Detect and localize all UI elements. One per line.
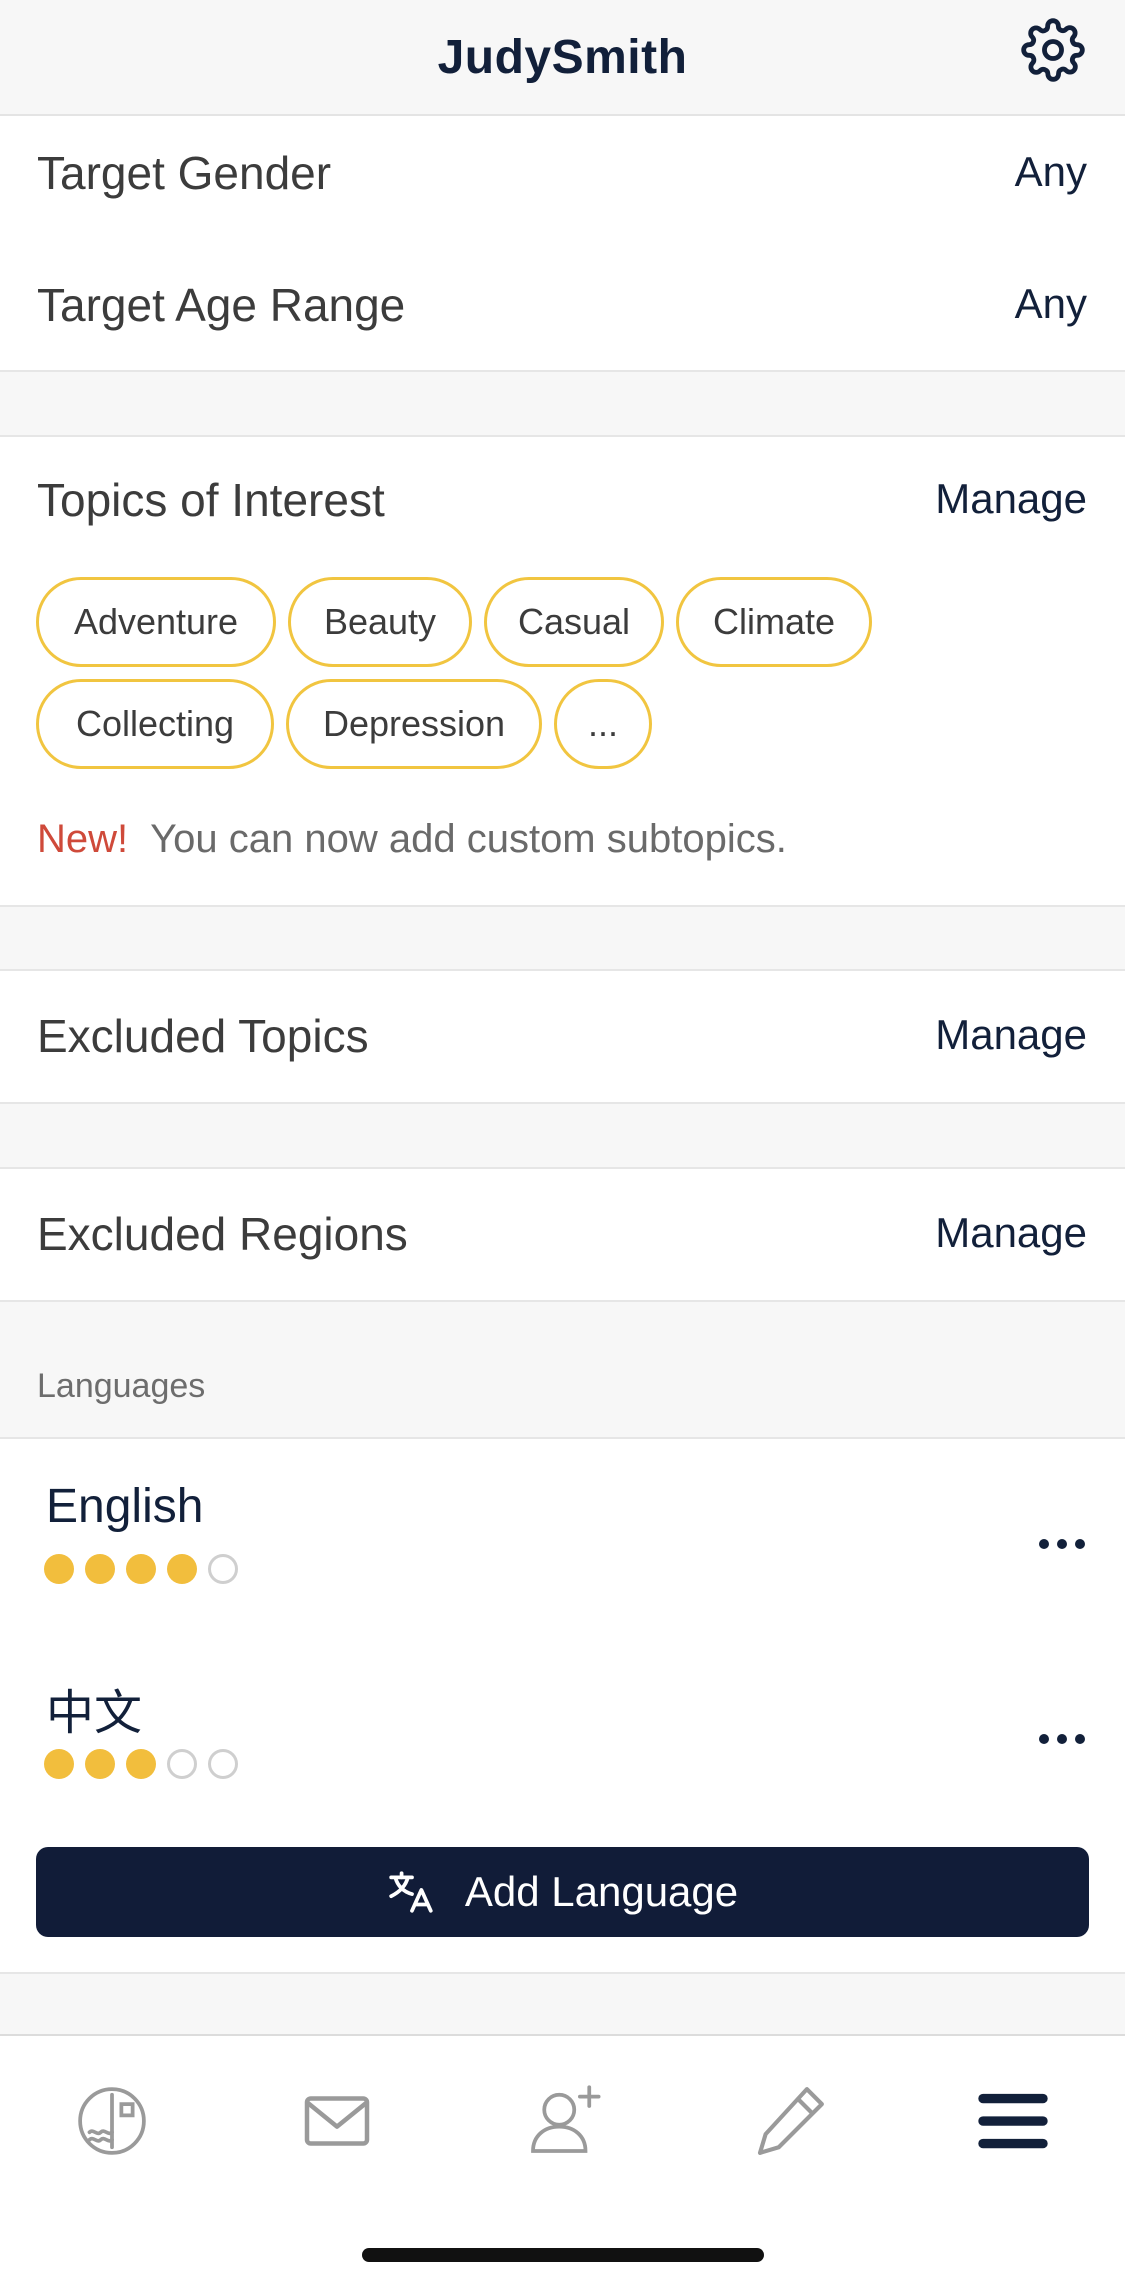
languages-group-label: Languages bbox=[37, 1367, 206, 1405]
pencil-icon[interactable] bbox=[745, 2076, 835, 2166]
home-indicator bbox=[362, 2248, 764, 2262]
mail-icon[interactable] bbox=[292, 2076, 382, 2166]
language-name: English bbox=[46, 1480, 204, 1533]
more-options-icon[interactable] bbox=[1039, 1539, 1085, 1551]
menu-icon[interactable] bbox=[968, 2076, 1058, 2166]
topic-chip[interactable]: Adventure bbox=[36, 577, 276, 667]
proficiency-dot bbox=[167, 1749, 197, 1779]
more-topics-chip[interactable]: ... bbox=[554, 679, 652, 769]
page-title: JudySmith bbox=[437, 30, 688, 84]
topics-manage-link[interactable]: Manage bbox=[935, 475, 1087, 523]
new-feature-text: You can now add custom subtopics. bbox=[150, 817, 787, 861]
target-gender-value: Any bbox=[1014, 148, 1087, 195]
add-language-label: Add Language bbox=[464, 1868, 739, 1915]
proficiency-dot bbox=[208, 1749, 238, 1779]
target-section: Target Gender Any Target Age Range Any bbox=[0, 116, 1125, 372]
proficiency-dot bbox=[85, 1554, 115, 1584]
target-age-row[interactable]: Target Age Range Any bbox=[0, 244, 1125, 372]
target-gender-label: Target Gender bbox=[37, 147, 332, 199]
topics-section: Topics of Interest Manage Adventure Beau… bbox=[0, 435, 1125, 907]
proficiency-dots bbox=[44, 1749, 238, 1779]
excluded-regions-manage-link[interactable]: Manage bbox=[935, 1209, 1087, 1257]
proficiency-dot bbox=[85, 1749, 115, 1779]
more-options-icon[interactable] bbox=[1039, 1734, 1085, 1746]
proficiency-dot bbox=[208, 1554, 238, 1584]
add-friend-icon[interactable] bbox=[518, 2076, 608, 2166]
target-gender-row[interactable]: Target Gender Any bbox=[0, 116, 1125, 244]
proficiency-dots bbox=[44, 1554, 238, 1584]
proficiency-dot bbox=[126, 1749, 156, 1779]
bottom-tab-bar bbox=[0, 2034, 1125, 2284]
topic-chip[interactable]: Collecting bbox=[36, 679, 274, 769]
proficiency-dot bbox=[44, 1749, 74, 1779]
app-header: JudySmith bbox=[0, 0, 1125, 116]
new-badge: New! bbox=[37, 817, 129, 861]
translate-icon bbox=[389, 1871, 433, 1913]
language-name: 中文 bbox=[46, 1687, 143, 1740]
excluded-topics-manage-link[interactable]: Manage bbox=[935, 1011, 1087, 1059]
target-age-label: Target Age Range bbox=[37, 279, 406, 331]
proficiency-dot bbox=[167, 1554, 197, 1584]
target-age-value: Any bbox=[1014, 280, 1087, 327]
gear-icon[interactable] bbox=[1021, 18, 1085, 82]
topic-chip[interactable]: Depression bbox=[286, 679, 542, 769]
add-language-button[interactable]: Add Language bbox=[36, 1847, 1089, 1937]
topic-chip[interactable]: Beauty bbox=[288, 577, 472, 667]
letters-icon[interactable] bbox=[67, 2076, 157, 2166]
language-row-chinese[interactable]: 中文 bbox=[0, 1635, 1125, 1825]
topics-title: Topics of Interest bbox=[37, 474, 385, 526]
topic-chip[interactable]: Climate bbox=[676, 577, 872, 667]
proficiency-dot bbox=[44, 1554, 74, 1584]
excluded-regions-section: Excluded Regions Manage bbox=[0, 1167, 1125, 1302]
excluded-regions-title: Excluded Regions bbox=[37, 1208, 408, 1260]
excluded-topics-title: Excluded Topics bbox=[37, 1010, 369, 1062]
language-row-english[interactable]: English bbox=[0, 1439, 1125, 1629]
excluded-topics-section: Excluded Topics Manage bbox=[0, 969, 1125, 1104]
topic-chip[interactable]: Casual bbox=[484, 577, 664, 667]
proficiency-dot bbox=[126, 1554, 156, 1584]
new-feature-notice: New! You can now add custom subtopics. bbox=[37, 817, 787, 862]
